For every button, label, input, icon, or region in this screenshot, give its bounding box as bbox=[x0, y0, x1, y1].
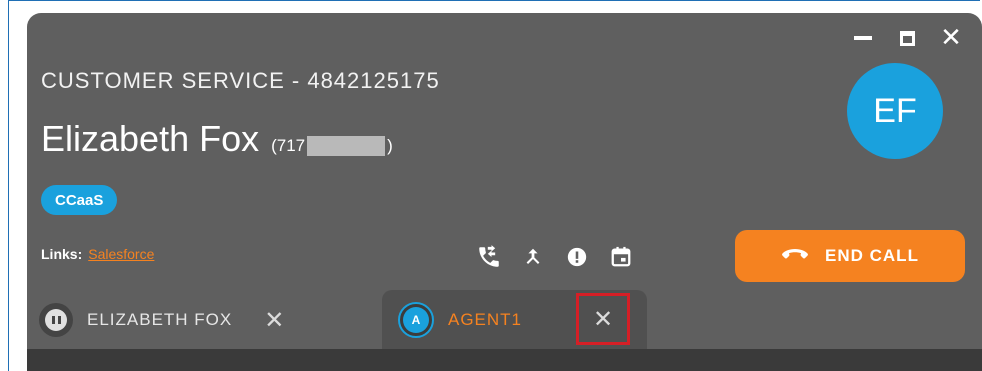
links-label: Links: bbox=[41, 246, 83, 262]
caller-info: Elizabeth Fox (717 ) bbox=[41, 118, 393, 160]
tab-label: ELIZABETH FOX bbox=[87, 309, 233, 329]
minimize-icon[interactable] bbox=[852, 27, 874, 49]
call-panel: ✕ CUSTOMER SERVICE - 4842125175 Elizabet… bbox=[27, 13, 982, 371]
tab-elizabeth-fox[interactable]: ELIZABETH FOX ✕ bbox=[39, 290, 284, 349]
caller-phone: (717 ) bbox=[271, 136, 393, 156]
links-row: Links: Salesforce bbox=[41, 246, 154, 262]
end-call-button[interactable]: END CALL bbox=[735, 230, 965, 282]
alert-icon[interactable] bbox=[555, 239, 599, 275]
end-call-label: END CALL bbox=[825, 246, 919, 265]
ccaas-badge: CCaaS bbox=[41, 185, 118, 215]
tab-content-area bbox=[27, 349, 982, 371]
calendar-icon[interactable] bbox=[599, 239, 643, 275]
maximize-icon[interactable] bbox=[896, 27, 918, 49]
avatar: EF bbox=[847, 63, 943, 159]
close-icon[interactable]: ✕ bbox=[264, 306, 284, 334]
caller-name: Elizabeth Fox bbox=[41, 118, 260, 159]
tab-agent1[interactable]: A AGENT1 ✕ bbox=[382, 290, 647, 349]
salesforce-link[interactable]: Salesforce bbox=[88, 246, 154, 262]
transfer-call-icon[interactable] bbox=[467, 239, 511, 275]
window-controls: ✕ bbox=[852, 25, 962, 51]
merge-call-icon[interactable] bbox=[511, 239, 555, 275]
call-action-icons bbox=[467, 239, 643, 275]
pause-icon bbox=[39, 302, 73, 337]
call-tabs: ELIZABETH FOX ✕ A AGENT1 ✕ bbox=[27, 290, 982, 349]
caller-phone-suffix: ) bbox=[387, 136, 393, 155]
redacted-phone-block bbox=[307, 136, 386, 156]
agent-avatar-letter: A bbox=[403, 306, 429, 333]
agent-avatar: A bbox=[398, 301, 434, 338]
caller-phone-prefix: (717 bbox=[271, 136, 306, 155]
close-icon[interactable]: ✕ bbox=[576, 293, 630, 345]
queue-title: CUSTOMER SERVICE - 4842125175 bbox=[41, 68, 440, 93]
tab-label: AGENT1 bbox=[448, 309, 523, 329]
hang-up-icon bbox=[781, 246, 809, 266]
close-icon[interactable]: ✕ bbox=[940, 25, 962, 51]
